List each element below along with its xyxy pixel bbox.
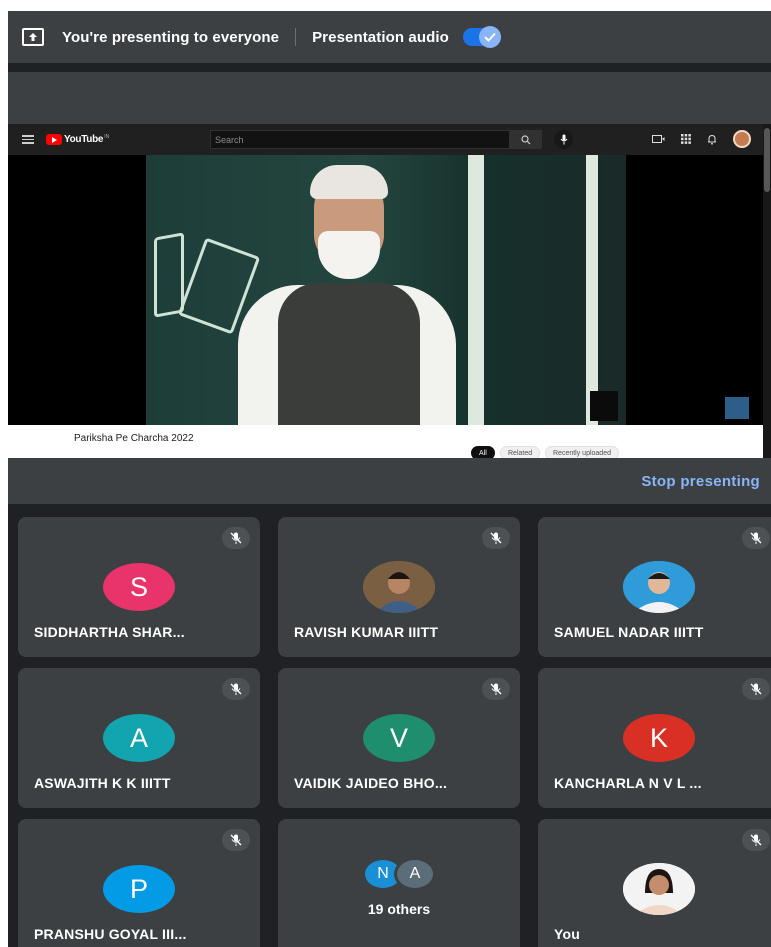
participant-tile[interactable]: K KANCHARLA N V L ... (538, 668, 771, 808)
youtube-region-label: IN (104, 133, 110, 140)
create-video-icon[interactable] (652, 134, 665, 144)
stage-pillar (586, 155, 598, 425)
search-icon[interactable] (510, 130, 542, 149)
others-avatars: N A (362, 857, 436, 891)
mic-off-icon (482, 527, 510, 549)
participant-avatar: A (103, 714, 175, 762)
participant-tile[interactable]: A ASWAJITH K K IIITT (18, 668, 260, 808)
mic-off-icon (742, 829, 770, 851)
participant-tile[interactable]: V VAIDIK JAIDEO BHO... (278, 668, 520, 808)
participant-avatar: V (363, 714, 435, 762)
participant-tile[interactable]: S SIDDHARTHA SHAR... (18, 517, 260, 657)
video-title[interactable]: Pariksha Pe Charcha 2022 (74, 433, 194, 444)
speaker-beard (318, 231, 380, 279)
participant-name: SAMUEL NADAR IIITT (554, 624, 704, 640)
notifications-bell-icon[interactable] (707, 134, 717, 145)
chip-recently-uploaded[interactable]: Recently uploaded (545, 446, 619, 458)
mic-off-icon (742, 678, 770, 700)
video-info-bar: Pariksha Pe Charcha 2022 All Related Rec… (8, 425, 771, 458)
book-illustration (154, 232, 184, 318)
speaker-hair (310, 165, 388, 199)
hamburger-menu-icon[interactable] (22, 135, 34, 144)
presenting-message: You're presenting to everyone (62, 28, 280, 46)
participant-name: ASWAJITH K K IIITT (34, 775, 171, 791)
stop-presenting-button[interactable]: Stop presenting (641, 473, 760, 490)
presentation-header-strip (8, 72, 771, 124)
youtube-play-icon (46, 134, 62, 145)
speaker-vest (278, 283, 420, 425)
participant-avatar: A (394, 857, 436, 891)
account-avatar[interactable] (733, 130, 751, 148)
participant-photo (363, 561, 435, 613)
presenting-banner: You're presenting to everyone Presentati… (8, 11, 771, 63)
microphone-icon[interactable] (554, 130, 573, 149)
participant-name: PRANSHU GOYAL III... (34, 926, 187, 942)
self-tile[interactable]: You (538, 819, 771, 947)
stop-presenting-bar: Stop presenting (8, 458, 771, 504)
search-placeholder: Search (215, 134, 244, 145)
presentation-audio-toggle[interactable] (462, 26, 501, 48)
participant-photo (623, 561, 695, 613)
participant-name: SIDDHARTHA SHAR... (34, 624, 185, 640)
participant-avatar: K (623, 714, 695, 762)
participant-tile[interactable]: SAMUEL NADAR IIITT (538, 517, 771, 657)
participant-name: KANCHARLA N V L ... (554, 775, 702, 791)
scrollbar[interactable] (763, 124, 771, 458)
picture-in-picture-thumbnail (590, 391, 618, 421)
participant-name: VAIDIK JAIDEO BHO... (294, 775, 448, 791)
participant-name: RAVISH KUMAR IIITT (294, 624, 439, 640)
mic-off-icon (482, 678, 510, 700)
participant-avatar: S (103, 563, 175, 611)
others-count: 19 others (367, 901, 431, 917)
participant-name: You (554, 926, 581, 942)
mic-off-icon (222, 829, 250, 851)
participant-tile[interactable]: RAVISH KUMAR IIITT (278, 517, 520, 657)
others-tile[interactable]: N A 19 others (278, 819, 520, 947)
participant-avatar: P (103, 865, 175, 913)
mic-off-icon (222, 527, 250, 549)
youtube-logo[interactable]: YouTube IN (46, 134, 109, 145)
youtube-search-input[interactable]: Search (210, 130, 510, 149)
video-player[interactable] (8, 155, 771, 425)
presentation-audio-label: Presentation audio (312, 28, 449, 46)
participant-tile[interactable]: P PRANSHU GOYAL III... (18, 819, 260, 947)
youtube-header: YouTube IN Search (8, 124, 771, 155)
video-frame (146, 155, 626, 425)
channel-watermark (725, 397, 749, 419)
chip-related[interactable]: Related (500, 446, 541, 458)
shared-screen: YouTube IN Search Pariksha Pe Charcha 20… (8, 124, 771, 458)
check-icon (478, 26, 501, 48)
mic-off-icon (742, 527, 770, 549)
apps-grid-icon[interactable] (681, 134, 691, 144)
participant-photo (623, 863, 695, 915)
youtube-logo-text: YouTube (64, 134, 104, 145)
mic-off-icon (222, 678, 250, 700)
chip-all[interactable]: All (471, 446, 495, 458)
present-screen-icon (22, 28, 44, 46)
stage-pillar (468, 155, 484, 425)
banner-divider (295, 28, 297, 46)
